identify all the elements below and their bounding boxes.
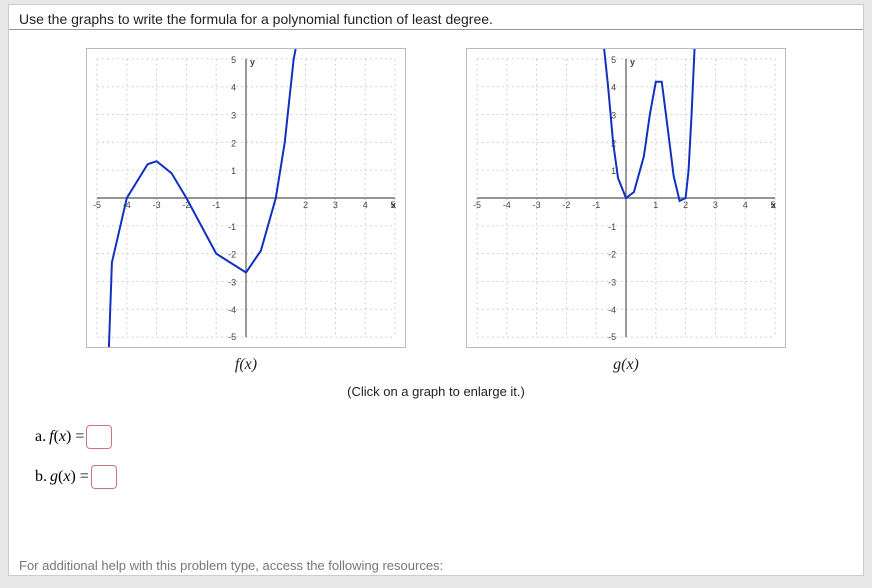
svg-text:-2: -2 [562,200,570,210]
svg-text:3: 3 [713,200,718,210]
svg-text:-1: -1 [228,222,236,232]
svg-text:1: 1 [611,166,616,176]
answer-row-b: b. g(x) = [35,465,843,489]
svg-text:3: 3 [231,111,236,121]
svg-text:-2: -2 [228,250,236,260]
svg-text:-5: -5 [228,332,236,342]
instruction-text: Use the graphs to write the formula for … [9,5,863,30]
svg-text:-2: -2 [608,250,616,260]
answer-a-func: f(x) = [49,428,84,446]
footer-help-text: For additional help with this problem ty… [19,558,443,573]
answer-b-prefix: b. [35,468,47,486]
svg-text:-4: -4 [228,305,236,315]
enlarge-hint: (Click on a graph to enlarge it.) [9,384,863,399]
problem-page: Use the graphs to write the formula for … [8,4,864,576]
svg-text:-4: -4 [503,200,511,210]
answer-row-a: a. f(x) = [35,425,843,449]
svg-text:-4: -4 [608,305,616,315]
svg-text:4: 4 [363,200,368,210]
svg-text:4: 4 [611,83,616,93]
svg-text:-3: -3 [608,277,616,287]
graph-f[interactable]: y x -5 -4 -3 -2 -1 2 3 4 5 5 4 3 2 1 -1 [86,48,406,348]
svg-text:-5: -5 [93,200,101,210]
svg-text:-5: -5 [608,332,616,342]
svg-text:y: y [250,57,255,67]
svg-text:4: 4 [743,200,748,210]
svg-text:5: 5 [771,200,776,210]
svg-text:2: 2 [683,200,688,210]
svg-text:-1: -1 [212,200,220,210]
graph-f-label: f(x) [235,356,257,374]
graph-g[interactable]: y x -5 -4 -3 -2 -1 1 2 3 4 5 5 4 3 2 1 [466,48,786,348]
answer-a-prefix: a. [35,428,46,446]
svg-text:5: 5 [611,55,616,65]
answers-block: a. f(x) = b. g(x) = [9,399,863,511]
svg-text:4: 4 [231,83,236,93]
answer-a-input[interactable] [86,425,112,449]
svg-text:y: y [630,57,635,67]
svg-text:5: 5 [231,55,236,65]
svg-text:-5: -5 [473,200,481,210]
svg-text:-3: -3 [533,200,541,210]
svg-text:-1: -1 [608,222,616,232]
svg-text:-1: -1 [592,200,600,210]
graph-f-wrap: y x -5 -4 -3 -2 -1 2 3 4 5 5 4 3 2 1 -1 [86,48,406,374]
answer-b-input[interactable] [91,465,117,489]
svg-text:-3: -3 [228,277,236,287]
svg-text:1: 1 [653,200,658,210]
svg-text:1: 1 [231,166,236,176]
svg-text:-3: -3 [153,200,161,210]
graph-g-label: g(x) [613,356,639,374]
svg-text:3: 3 [333,200,338,210]
answer-b-func: g(x) = [50,468,89,486]
svg-text:2: 2 [231,138,236,148]
svg-text:5: 5 [391,200,396,210]
svg-text:2: 2 [303,200,308,210]
graph-g-wrap: y x -5 -4 -3 -2 -1 1 2 3 4 5 5 4 3 2 1 [466,48,786,374]
graphs-container: y x -5 -4 -3 -2 -1 2 3 4 5 5 4 3 2 1 -1 [9,30,863,380]
